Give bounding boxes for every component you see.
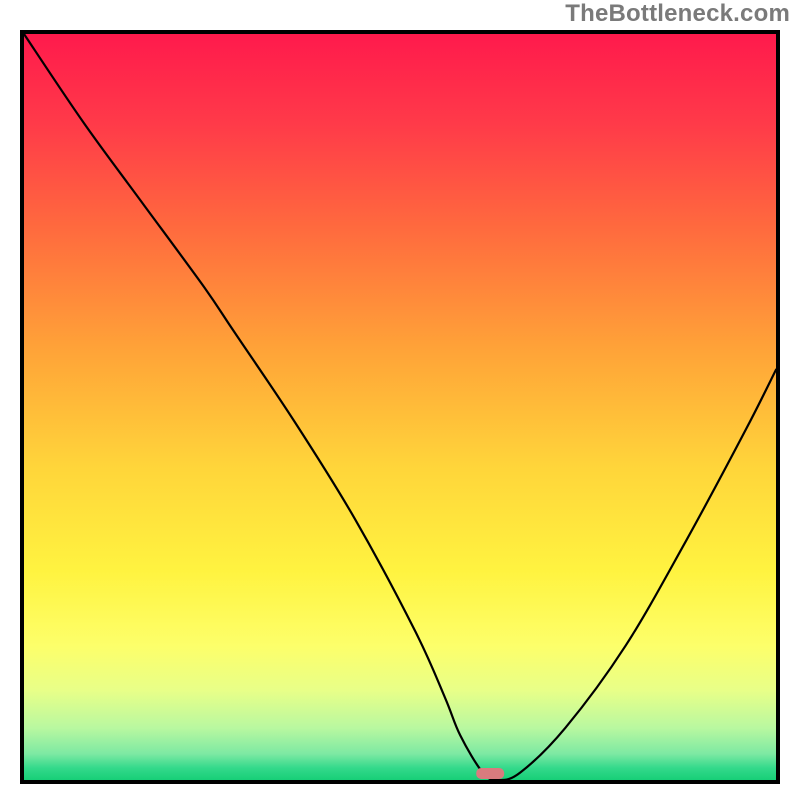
gradient-background <box>24 34 776 780</box>
watermark-text: TheBottleneck.com <box>565 0 790 28</box>
plot-area <box>20 30 780 784</box>
chart-svg <box>24 34 776 780</box>
chart-frame: TheBottleneck.com <box>0 0 800 800</box>
optimal-marker <box>476 768 504 779</box>
